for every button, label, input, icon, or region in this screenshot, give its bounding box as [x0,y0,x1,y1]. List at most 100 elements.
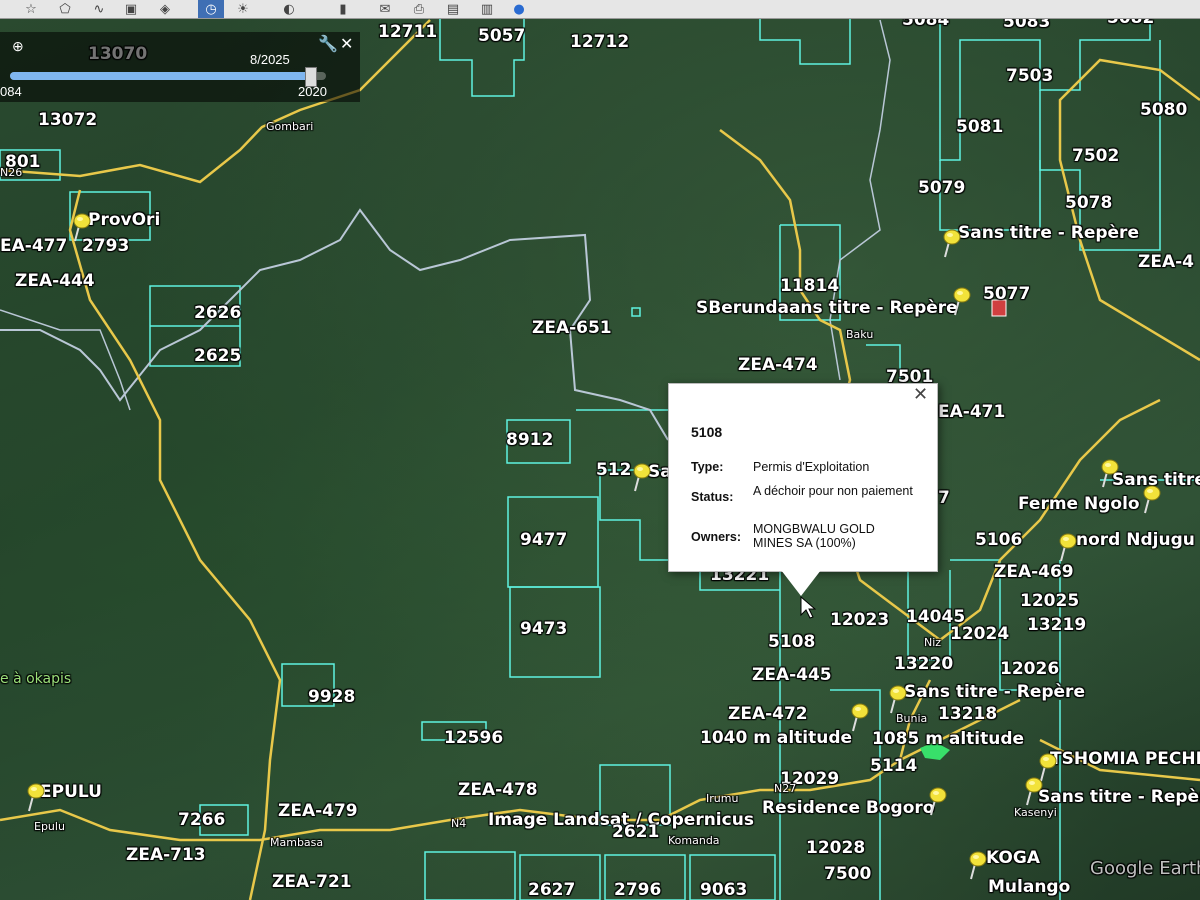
map-label[interactable]: SBerundaans titre - Repère [696,298,958,318]
map-label[interactable]: 2621 [612,822,659,842]
map-label[interactable]: 2796 [614,880,661,900]
map-label[interactable]: 7500 [824,864,871,884]
map-label[interactable]: 7503 [1006,66,1053,86]
map-label[interactable]: 5077 [983,284,1030,304]
map-label[interactable]: 7266 [178,810,225,830]
map-label[interactable]: 2625 [194,346,241,366]
save-image-icon[interactable]: ▤ [440,0,466,18]
add-placemark-icon[interactable]: ☆ [18,0,44,18]
pushpin-icon[interactable] [886,684,908,714]
popup-tail [781,570,821,596]
map-label[interactable]: ZEA-4 [1138,252,1194,272]
map-label[interactable]: Ferme Ngolo [1018,494,1140,514]
print-icon[interactable]: ⎙ [406,0,432,18]
sun-icon[interactable]: ☀ [230,0,256,18]
map-label[interactable]: 12711 [378,22,437,42]
map-label[interactable]: 5108 [768,632,815,652]
historical-imagery-icon[interactable]: ◷ [198,0,224,18]
close-icon[interactable]: ✕ [340,34,353,54]
pushpin-icon[interactable] [24,782,46,812]
map-label[interactable]: 2626 [194,303,241,323]
globe-icon[interactable]: ● [506,0,532,18]
map-label[interactable]: 12028 [806,838,865,858]
map-label[interactable]: ZEA-713 [126,845,206,865]
map-label[interactable]: ZEA-478 [458,780,538,800]
map-label[interactable]: 13219 [1027,615,1086,635]
map-label[interactable]: KOGA [986,848,1040,868]
add-overlay-icon[interactable]: ▣ [118,0,144,18]
map-label[interactable]: ZEA-444 [15,271,95,291]
map-label[interactable]: 11814 [780,276,839,296]
record-tour-icon[interactable]: ◈ [152,0,178,18]
map-label[interactable]: EPULU [40,782,102,802]
map-label[interactable]: 5114 [870,756,917,776]
zoom-in-icon[interactable]: ⊕ [12,38,24,55]
map-label[interactable]: Mulango [988,877,1070,897]
map-label[interactable]: EA-471 [938,402,1005,422]
map-label[interactable]: ZEA-469 [994,562,1074,582]
pushpin-icon[interactable] [1098,458,1120,488]
map-label[interactable]: ZEA-651 [532,318,612,338]
map-label[interactable]: 5057 [478,26,525,46]
map-label[interactable]: 13218 [938,704,997,724]
map-label[interactable]: 5106 [975,530,1022,550]
map-label[interactable]: 9473 [520,619,567,639]
map-label[interactable]: 5080 [1140,100,1187,120]
satellite-map[interactable]: 1271150571271250845083508213070750350801… [0,0,1200,900]
map-label[interactable]: 12712 [570,32,629,52]
map-label[interactable]: 9477 [520,530,567,550]
map-label[interactable]: 12026 [1000,659,1059,679]
pushpin-icon[interactable] [1022,776,1044,806]
pushpin-icon[interactable] [950,286,972,316]
place-label: Mambasa [270,836,324,849]
map-label[interactable]: 9928 [308,687,355,707]
map-label[interactable]: 13220 [894,654,953,674]
map-label[interactable]: 5078 [1065,193,1112,213]
planets-icon[interactable]: ◐ [276,0,302,18]
pushpin-icon[interactable] [940,228,962,258]
add-polygon-icon[interactable]: ⬠ [52,0,78,18]
map-label[interactable]: EA-477 [0,236,67,256]
map-label[interactable]: ZEA-479 [278,801,358,821]
map-label[interactable]: 1040 m altitude [700,728,852,748]
map-label[interactable]: ZEA-445 [752,665,832,685]
map-label[interactable]: 1085 m altitude [872,729,1024,749]
slider-track[interactable] [10,67,326,87]
email-icon[interactable]: ✉ [372,0,398,18]
map-label[interactable]: 12024 [950,624,1009,644]
map-label[interactable]: 12025 [1020,591,1079,611]
pushpin-icon[interactable] [966,850,988,880]
pushpin-icon[interactable] [848,702,870,732]
map-label[interactable]: 5079 [918,178,965,198]
view-in-maps-icon[interactable]: ▥ [474,0,500,18]
settings-wrench-icon[interactable]: 🔧 [318,34,338,54]
map-label[interactable]: ZEA-472 [728,704,808,724]
map-label[interactable]: nord Ndjugu [1076,530,1195,550]
map-label[interactable]: ProvOri [88,210,160,230]
map-label[interactable]: 7 [938,488,950,508]
map-label[interactable]: 7502 [1072,146,1119,166]
pushpin-icon[interactable] [1056,532,1078,562]
map-label[interactable]: 2627 [528,880,575,900]
pushpin-icon[interactable] [1140,484,1162,514]
pushpin-icon[interactable] [70,212,92,242]
ruler-icon[interactable]: ▮ [330,0,356,18]
map-label[interactable]: 512 [596,460,632,480]
map-label[interactable]: 9063 [700,880,747,900]
map-label[interactable]: 12023 [830,610,889,630]
map-label[interactable]: 13072 [38,110,97,130]
add-path-icon[interactable]: ∿ [86,0,112,18]
map-label[interactable]: TSHOMIA PECHE [1050,749,1200,769]
map-label[interactable]: Sans titre - Repère [904,682,1085,702]
map-label[interactable]: ZEA-474 [738,355,818,375]
map-label[interactable]: 8912 [506,430,553,450]
map-label[interactable]: Residence Bogoro [762,798,934,818]
map-label[interactable]: 12596 [444,728,503,748]
pushpin-icon[interactable] [926,786,948,816]
map-label[interactable]: Sans titre - Repère [958,223,1139,243]
close-icon[interactable]: ✕ [913,384,928,405]
map-label[interactable]: ZEA-721 [272,872,352,892]
pushpin-icon[interactable] [630,462,652,492]
map-label[interactable]: 5081 [956,117,1003,137]
map-label[interactable]: Sans titre - Repère [1038,787,1200,807]
